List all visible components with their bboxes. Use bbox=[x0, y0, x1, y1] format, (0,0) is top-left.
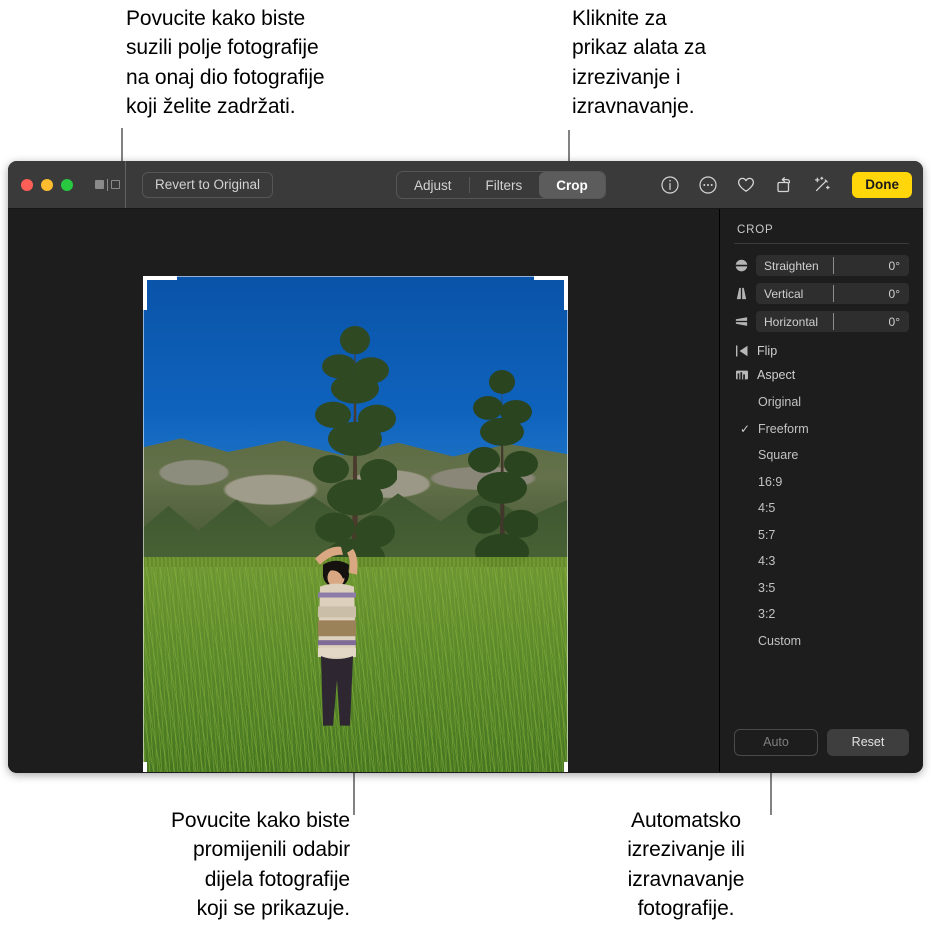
toolbar-actions: Done bbox=[660, 171, 912, 198]
horizontal-label: Horizontal bbox=[764, 314, 819, 329]
sidebar-toggle-filled-pane bbox=[95, 180, 104, 189]
aspect-option-16-9[interactable]: 16:9 bbox=[734, 469, 909, 496]
slider-row-vertical[interactable]: Vertical 0° bbox=[734, 283, 909, 304]
aspect-option-label: 3:5 bbox=[758, 580, 776, 595]
more-options-icon[interactable] bbox=[698, 175, 718, 195]
zoom-window-button[interactable] bbox=[61, 178, 73, 191]
flip-label: Flip bbox=[757, 344, 778, 358]
callout-bottom-left: Povucite kako biste promijenili odabir d… bbox=[170, 809, 350, 921]
aspect-option-label: Freeform bbox=[758, 421, 809, 436]
info-icon[interactable] bbox=[660, 175, 680, 195]
callout-bottom-right: Automatsko izrezivanje ili izravnavanje … bbox=[627, 809, 745, 921]
aspect-options-list: Original ✓ Freeform Square 16:9 4:5 5:7 … bbox=[734, 389, 909, 654]
aspect-option-original[interactable]: Original bbox=[734, 389, 909, 416]
inspector-action-buttons: Auto Reset bbox=[734, 729, 909, 756]
aspect-option-label: 4:3 bbox=[758, 554, 776, 569]
crop-handle-bottom-right[interactable] bbox=[564, 762, 568, 772]
rotate-icon[interactable] bbox=[774, 175, 794, 195]
straighten-label: Straighten bbox=[764, 258, 819, 273]
crop-handle-top-right[interactable] bbox=[534, 276, 568, 280]
edit-mode-segmented-control: Adjust Filters Crop bbox=[396, 171, 606, 199]
crop-handle-bottom-left[interactable] bbox=[143, 762, 147, 772]
aspect-option-label: 4:5 bbox=[758, 501, 776, 516]
aspect-option-5-7[interactable]: 5:7 bbox=[734, 522, 909, 549]
crop-frame[interactable] bbox=[143, 276, 568, 772]
aspect-option-square[interactable]: Square bbox=[734, 442, 909, 469]
crop-handle-top-left[interactable] bbox=[143, 276, 147, 310]
straighten-slider[interactable]: Straighten 0° bbox=[756, 255, 909, 276]
inspector-title: CROP bbox=[737, 224, 774, 236]
close-window-button[interactable] bbox=[21, 178, 33, 191]
photo-image bbox=[143, 276, 568, 772]
aspect-option-label: 5:7 bbox=[758, 527, 776, 542]
horizontal-slider-knob[interactable] bbox=[832, 313, 834, 330]
horizontal-perspective-icon bbox=[734, 314, 749, 329]
favorite-heart-icon[interactable] bbox=[736, 175, 756, 195]
slider-row-straighten[interactable]: Straighten 0° bbox=[734, 255, 909, 276]
done-button[interactable]: Done bbox=[852, 171, 912, 198]
revert-to-original-button[interactable]: Revert to Original bbox=[142, 171, 274, 198]
horizontal-slider[interactable]: Horizontal 0° bbox=[756, 311, 909, 332]
slider-row-horizontal[interactable]: Horizontal 0° bbox=[734, 311, 909, 332]
minimize-window-button[interactable] bbox=[41, 178, 53, 191]
auto-button[interactable]: Auto bbox=[734, 729, 818, 756]
callout-top-left: Povucite kako biste suzili polje fotogra… bbox=[126, 7, 325, 119]
aspect-label: Aspect bbox=[757, 368, 796, 382]
crop-edge-top[interactable] bbox=[177, 276, 534, 277]
photos-app-window: Revert to Original Adjust Filters Crop D… bbox=[8, 161, 923, 773]
menu-row-aspect[interactable]: Aspect bbox=[734, 363, 909, 387]
aspect-option-4-3[interactable]: 4:3 bbox=[734, 548, 909, 575]
vertical-value: 0° bbox=[888, 286, 900, 301]
crop-handle-top-right[interactable] bbox=[564, 276, 568, 310]
sidebar-toggle-icon[interactable] bbox=[95, 178, 120, 191]
toolbar-divider bbox=[125, 161, 126, 208]
callout-top-right: Kliknite za prikaz alata za izrezivanje … bbox=[572, 7, 706, 119]
tab-crop[interactable]: Crop bbox=[539, 172, 605, 198]
horizontal-value: 0° bbox=[888, 314, 900, 329]
aspect-option-freeform[interactable]: ✓ Freeform bbox=[734, 416, 909, 443]
aspect-option-label: Custom bbox=[758, 633, 802, 648]
crop-edge-right[interactable] bbox=[567, 310, 568, 762]
crop-edge-left[interactable] bbox=[143, 310, 144, 762]
photo-person-subject bbox=[309, 531, 365, 749]
aspect-option-label: 3:2 bbox=[758, 607, 776, 622]
tab-filters[interactable]: Filters bbox=[468, 172, 540, 198]
menu-row-flip[interactable]: Flip bbox=[734, 339, 909, 363]
window-body: CROP Straighten 0° Vertical 0° Horizonta… bbox=[8, 209, 923, 772]
vertical-perspective-icon bbox=[734, 286, 749, 301]
crop-handle-top-left[interactable] bbox=[143, 276, 177, 280]
vertical-slider-knob[interactable] bbox=[832, 285, 834, 302]
window-toolbar: Revert to Original Adjust Filters Crop D… bbox=[8, 161, 923, 209]
aspect-option-label: Square bbox=[758, 448, 799, 463]
tab-adjust[interactable]: Adjust bbox=[397, 172, 469, 198]
reset-button[interactable]: Reset bbox=[827, 729, 909, 756]
straighten-slider-knob[interactable] bbox=[832, 257, 834, 274]
vertical-slider[interactable]: Vertical 0° bbox=[756, 283, 909, 304]
aspect-option-custom[interactable]: Custom bbox=[734, 628, 909, 655]
straighten-value: 0° bbox=[888, 258, 900, 273]
inspector-divider bbox=[734, 243, 909, 244]
aspect-option-3-5[interactable]: 3:5 bbox=[734, 575, 909, 602]
flip-icon bbox=[735, 344, 749, 358]
aspect-check-freeform: ✓ bbox=[740, 421, 751, 436]
straighten-icon bbox=[734, 258, 749, 273]
crop-inspector-panel: CROP Straighten 0° Vertical 0° Horizonta… bbox=[719, 209, 923, 772]
sidebar-toggle-empty-pane bbox=[111, 180, 120, 189]
aspect-option-label: Original bbox=[758, 395, 802, 410]
aspect-option-label: 16:9 bbox=[758, 474, 783, 489]
sidebar-toggle-separator bbox=[107, 178, 108, 191]
aspect-option-4-5[interactable]: 4:5 bbox=[734, 495, 909, 522]
aspect-option-3-2[interactable]: 3:2 bbox=[734, 601, 909, 628]
photo-canvas[interactable] bbox=[8, 209, 719, 772]
enhance-wand-icon[interactable] bbox=[812, 175, 832, 195]
vertical-label: Vertical bbox=[764, 286, 804, 301]
aspect-icon bbox=[735, 368, 749, 382]
window-traffic-lights bbox=[8, 178, 73, 191]
